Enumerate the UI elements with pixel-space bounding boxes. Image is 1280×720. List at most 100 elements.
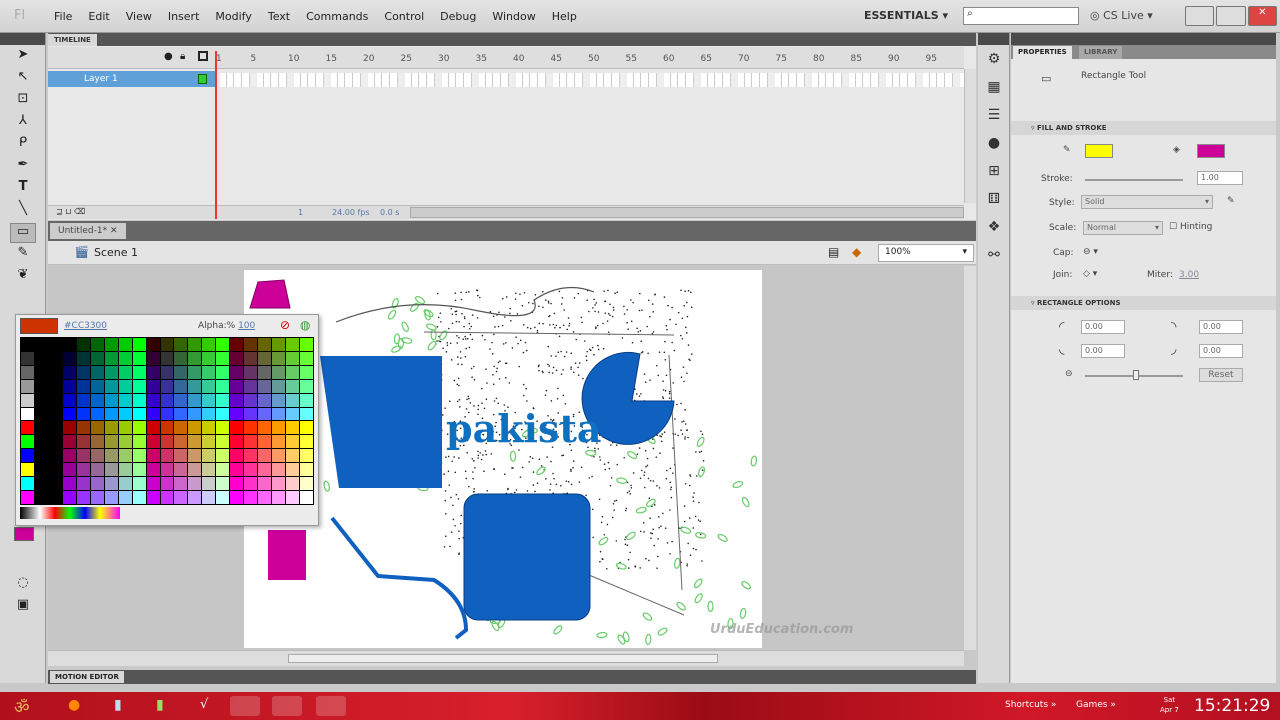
- menu-edit[interactable]: Edit: [80, 10, 117, 23]
- layer-row[interactable]: Layer 1: [48, 71, 216, 87]
- color-swatch[interactable]: [48, 379, 62, 393]
- color-swatch[interactable]: [160, 421, 174, 435]
- color-swatch[interactable]: [160, 393, 174, 407]
- color-swatch[interactable]: [230, 435, 244, 449]
- restore-button[interactable]: [1216, 6, 1246, 26]
- color-swatch[interactable]: [76, 477, 90, 491]
- help-search-input[interactable]: ⌕: [963, 7, 1079, 25]
- color-swatch[interactable]: [34, 379, 48, 393]
- color-swatch[interactable]: [132, 351, 146, 365]
- games-toolbar[interactable]: Games »: [1076, 700, 1116, 710]
- color-swatch[interactable]: [174, 449, 188, 463]
- corner-radius-bottom-right[interactable]: 0.00: [1199, 344, 1243, 358]
- color-swatch[interactable]: [104, 379, 118, 393]
- color-swatch[interactable]: [286, 379, 300, 393]
- color-swatch[interactable]: [286, 351, 300, 365]
- color-swatch[interactable]: [286, 463, 300, 477]
- color-swatch[interactable]: [216, 435, 230, 449]
- color-swatch[interactable]: [76, 435, 90, 449]
- color-swatch[interactable]: [230, 449, 244, 463]
- color-swatch[interactable]: [90, 351, 104, 365]
- color-swatch[interactable]: [244, 463, 258, 477]
- close-tab-icon[interactable]: ✕: [110, 226, 118, 236]
- color-swatch[interactable]: [90, 393, 104, 407]
- color-swatch[interactable]: [132, 463, 146, 477]
- pencil-tool-icon[interactable]: ✎: [10, 245, 36, 265]
- stage[interactable]: pakista: [244, 270, 762, 648]
- color-swatch[interactable]: [216, 365, 230, 379]
- color-swatch[interactable]: [34, 365, 48, 379]
- color-swatch[interactable]: [174, 477, 188, 491]
- color-swatch[interactable]: [202, 393, 216, 407]
- color-swatch[interactable]: [48, 463, 62, 477]
- lock-icon[interactable]: 🔒︎: [180, 51, 185, 62]
- color-swatch[interactable]: [104, 477, 118, 491]
- scale-select[interactable]: Normal ▾: [1083, 221, 1163, 235]
- color-swatch[interactable]: [230, 477, 244, 491]
- style-select[interactable]: Solid ▾: [1081, 195, 1213, 209]
- color-swatch[interactable]: [21, 421, 34, 435]
- color-swatch[interactable]: [216, 338, 230, 351]
- color-swatch[interactable]: [300, 338, 313, 351]
- color-swatch[interactable]: [160, 379, 174, 393]
- color-swatch[interactable]: [146, 351, 160, 365]
- color-swatch[interactable]: [21, 365, 34, 379]
- color-swatch[interactable]: [258, 365, 272, 379]
- color-swatch[interactable]: [118, 435, 132, 449]
- color-swatch[interactable]: [146, 463, 160, 477]
- stage-vscrollbar[interactable]: [964, 266, 976, 650]
- subselection-tool-icon[interactable]: ↖: [10, 69, 36, 89]
- color-swatch[interactable]: [258, 351, 272, 365]
- swatch-grid[interactable]: [20, 337, 314, 505]
- menu-modify[interactable]: Modify: [207, 10, 259, 23]
- color-swatch[interactable]: [188, 407, 202, 421]
- menu-window[interactable]: Window: [484, 10, 543, 23]
- code-snippets-icon[interactable]: ❖: [983, 219, 1005, 241]
- color-swatch[interactable]: [160, 463, 174, 477]
- color-swatch[interactable]: [48, 491, 62, 504]
- color-swatch[interactable]: [202, 407, 216, 421]
- color-swatch[interactable]: [132, 393, 146, 407]
- menu-text[interactable]: Text: [260, 10, 298, 23]
- color-swatch[interactable]: [300, 449, 313, 463]
- color-swatch[interactable]: [272, 477, 286, 491]
- section-fill-stroke[interactable]: ▿ FILL AND STROKE: [1011, 121, 1276, 135]
- color-swatch[interactable]: [286, 365, 300, 379]
- timeline-vscrollbar[interactable]: [964, 69, 976, 203]
- color-swatch[interactable]: [76, 491, 90, 504]
- color-swatch[interactable]: [48, 421, 62, 435]
- color-swatch[interactable]: [286, 449, 300, 463]
- color-swatch[interactable]: [104, 435, 118, 449]
- color-swatch[interactable]: [90, 379, 104, 393]
- app-icon[interactable]: √: [200, 697, 208, 712]
- color-swatch[interactable]: [48, 393, 62, 407]
- color-swatch[interactable]: [62, 407, 76, 421]
- color-swatch[interactable]: [21, 435, 34, 449]
- start-button[interactable]: ॐ: [14, 695, 30, 718]
- color-swatch[interactable]: [34, 491, 48, 504]
- color-swatch[interactable]: [76, 338, 90, 351]
- color-swatch[interactable]: [244, 449, 258, 463]
- color-swatch[interactable]: [174, 435, 188, 449]
- color-swatch[interactable]: [286, 435, 300, 449]
- menu-debug[interactable]: Debug: [432, 10, 484, 23]
- tab-library[interactable]: LIBRARY: [1079, 46, 1123, 59]
- bone-tool-icon[interactable]: ⚯: [983, 247, 1005, 269]
- color-swatch[interactable]: [118, 338, 132, 351]
- selection-tool-icon[interactable]: ➤: [10, 47, 36, 67]
- color-swatch[interactable]: [216, 491, 230, 504]
- menu-help[interactable]: Help: [544, 10, 585, 23]
- no-color-icon[interactable]: ⊘: [280, 318, 290, 332]
- color-swatch[interactable]: [286, 407, 300, 421]
- color-swatch[interactable]: [216, 393, 230, 407]
- color-swatch[interactable]: [188, 379, 202, 393]
- info-icon[interactable]: ●: [983, 135, 1005, 157]
- edit-symbols-icon[interactable]: ◆: [852, 245, 861, 259]
- color-swatch[interactable]: [118, 491, 132, 504]
- color-swatch[interactable]: [272, 407, 286, 421]
- color-swatch[interactable]: [62, 379, 76, 393]
- color-swatch[interactable]: [202, 491, 216, 504]
- color-swatch[interactable]: [272, 463, 286, 477]
- color-swatch[interactable]: [286, 393, 300, 407]
- color-swatch[interactable]: [146, 365, 160, 379]
